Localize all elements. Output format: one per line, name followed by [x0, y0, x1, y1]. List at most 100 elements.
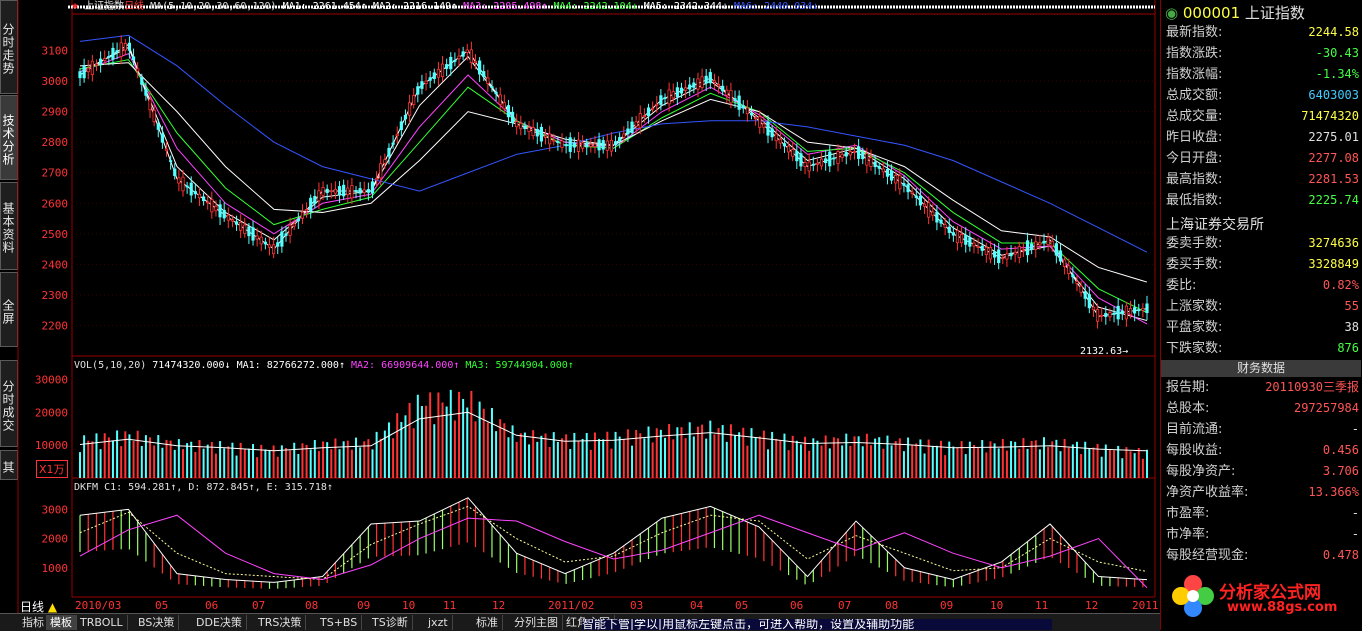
candle-body-160 — [737, 95, 741, 110]
date-tick-5: 09 — [357, 599, 371, 612]
order-label-5: 下跌家数: — [1166, 341, 1223, 356]
bottom-tab-5[interactable]: TRS决策 — [254, 615, 307, 630]
candle-body-90 — [449, 56, 453, 70]
flower-icon — [1171, 574, 1215, 618]
candle-body-252 — [1116, 305, 1120, 320]
candle-body-204 — [918, 195, 923, 206]
vol-ma1: MA1: 82766272.000↑ — [236, 360, 345, 371]
candle-body-231 — [1030, 243, 1034, 250]
finance-label-6: 市盈率: — [1166, 506, 1210, 521]
candle-body-1 — [82, 65, 86, 79]
finance-label-8: 每股经营现金: — [1166, 548, 1249, 563]
bottom-tab-0[interactable]: 指标 — [18, 615, 49, 630]
candle-body-166 — [762, 123, 766, 128]
bottom-tab-6[interactable]: TS+BS — [316, 615, 363, 630]
date-tick-11: 04 — [690, 599, 704, 612]
candle-body-4 — [94, 63, 99, 66]
candle-body-138 — [646, 107, 651, 117]
candle-body-111 — [535, 129, 539, 137]
candle-body-77 — [395, 133, 399, 137]
candle-body-234 — [1042, 240, 1046, 244]
marquee-text[interactable]: 智能下管|学以|用鼠标左键点击，可进入帮助，设置及辅助功能 — [582, 619, 1052, 630]
finance-row-8: 每股经营现金: 0.478 — [1163, 545, 1361, 566]
quote-label-8: 最低指数: — [1166, 193, 1223, 208]
candle-body-175 — [799, 153, 803, 167]
order-row-0: 委卖手数: 3274636 — [1163, 233, 1361, 254]
candle-body-105 — [510, 111, 515, 124]
finance-label-1: 总股本: — [1166, 401, 1210, 416]
order-value-3: 55 — [1344, 299, 1359, 313]
order-value-0: 3274636 — [1308, 236, 1359, 250]
bottom-tab-10[interactable]: 分列主图 — [510, 615, 563, 630]
price-ytick-3: 2500 — [42, 228, 69, 241]
stock-name: 上证指数 — [1244, 4, 1305, 22]
candle-body-247 — [1095, 309, 1100, 322]
candle-body-246 — [1091, 306, 1096, 311]
candle-body-235 — [1046, 236, 1050, 246]
candle-body-65 — [346, 187, 350, 196]
date-tick-8: 12 — [492, 599, 506, 612]
candle-body-188 — [852, 151, 857, 153]
exchange-name: 上海证券交易所 — [1166, 217, 1264, 233]
candle-body-23 — [173, 168, 177, 177]
bottom-tab-3[interactable]: BS决策 — [134, 615, 180, 630]
bottom-tab-1[interactable]: 模板 — [46, 615, 77, 630]
candle-body-93 — [461, 51, 465, 57]
dkfm-line-d — [79, 505, 1148, 580]
finance-value-7: - — [1351, 527, 1359, 541]
order-value-4: 38 — [1344, 320, 1359, 334]
dkfm-ytick-0: 1000 — [42, 562, 69, 575]
bottom-tab-9[interactable]: 标准 — [472, 615, 503, 630]
candle-body-45 — [263, 241, 267, 245]
candle-body-82 — [416, 86, 420, 95]
candle-body-200 — [902, 183, 906, 186]
stock-chart-window: 分时走势技术分析基本资料全屏分时成交其他 2200230024002500260… — [0, 0, 1362, 631]
candle-body-221 — [988, 247, 993, 260]
candle-body-223 — [997, 249, 1001, 264]
candle-body-120 — [572, 142, 576, 148]
candle-body-113 — [543, 135, 548, 138]
candle-body-197 — [889, 170, 894, 181]
dkfm-line-e — [79, 514, 1148, 589]
candle-body-242 — [1075, 281, 1079, 284]
candle-body-125 — [593, 143, 597, 148]
candle-body-61 — [329, 190, 333, 193]
candle-body-177 — [807, 161, 811, 172]
bottom-tab-4[interactable]: DDE决策 — [192, 615, 247, 630]
quote-row-8: 最低指数: 2225.74 — [1163, 190, 1361, 211]
date-tick-9: 2011/02 — [548, 599, 595, 612]
order-row-3: 上涨家数: 55 — [1163, 296, 1361, 317]
candle-body-240 — [1067, 265, 1071, 274]
candle-body-92 — [457, 55, 461, 60]
kline-chart-area[interactable]: 2200 2300 2400 2500 2600 2700 2800 2900 3000 3100… — [0, 0, 1160, 613]
bottom-tab-7[interactable]: TS诊断 — [368, 615, 413, 630]
candle-body-220 — [984, 246, 988, 255]
finance-value-1: 297257984 — [1293, 401, 1359, 415]
candle-body-101 — [494, 91, 498, 95]
candle-body-184 — [836, 151, 840, 164]
finance-row-0: 报告期: 20110930三季报 — [1163, 377, 1361, 398]
bottom-tab-2[interactable]: TRBOLL — [76, 615, 128, 630]
quote-row-2: 指数涨幅: -1.34% — [1163, 64, 1361, 85]
candle-body-22 — [169, 160, 173, 163]
candle-body-196 — [885, 168, 890, 177]
candle-body-7 — [107, 55, 111, 58]
candle-body-12 — [127, 42, 132, 51]
candle-body-153 — [708, 72, 712, 84]
order-row-2: 委比: 0.82% — [1163, 275, 1361, 296]
candle-body-88 — [440, 63, 445, 78]
candle-body-164 — [754, 117, 758, 120]
finance-row-3: 每股收益: 0.456 — [1163, 440, 1361, 461]
date-tick-2: 06 — [205, 599, 219, 612]
candle-body-190 — [861, 152, 865, 160]
candle-body-237 — [1054, 243, 1058, 256]
candle-body-217 — [972, 242, 976, 247]
candle-body-132 — [622, 133, 626, 138]
price-line-ma6 — [79, 34, 1148, 253]
candle-body-24 — [177, 177, 181, 184]
finance-label-5: 净资产收益率: — [1166, 485, 1249, 500]
order-label-4: 平盘家数: — [1166, 320, 1223, 335]
bottom-tab-8[interactable]: jxzt — [424, 615, 453, 630]
date-tick-15: 08 — [885, 599, 899, 612]
candle-body-257 — [1137, 309, 1141, 312]
